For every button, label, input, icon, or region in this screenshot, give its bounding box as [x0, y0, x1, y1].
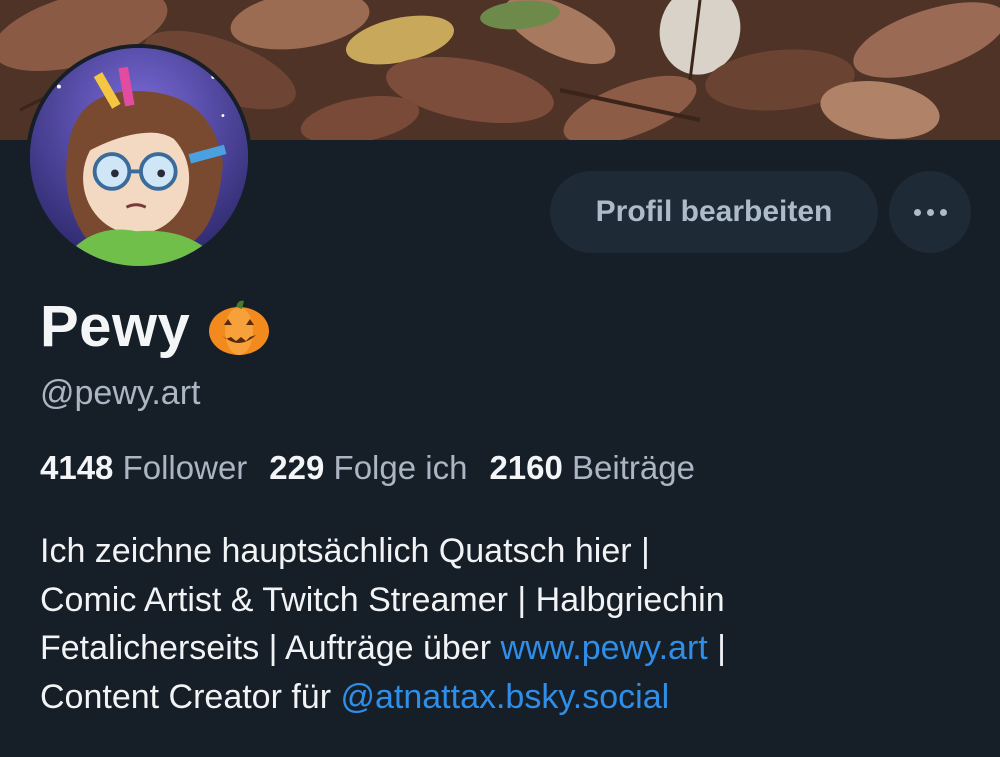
followers-count: 4148: [40, 449, 114, 486]
ellipsis-icon: [913, 208, 947, 216]
posts-label: Beiträge: [572, 449, 695, 486]
edit-profile-button[interactable]: Profil bearbeiten: [550, 171, 878, 253]
avatar-illustration: [30, 48, 248, 266]
profile-page: Profil bearbeiten Pewy @pewy.art 4148 Fo…: [0, 0, 1000, 757]
followers-stat[interactable]: 4148 Follower: [40, 449, 247, 487]
mention-link[interactable]: @atnattax.bsky.social: [340, 678, 669, 716]
profile-handle: @pewy.art: [40, 374, 201, 412]
following-count: 229: [269, 449, 325, 486]
avatar[interactable]: [26, 44, 252, 270]
profile-stats: 4148 Follower 229 Folge ich 2160 Beiträg…: [40, 449, 695, 487]
following-stat[interactable]: 229 Folge ich: [269, 449, 467, 487]
display-name: Pewy: [40, 293, 191, 359]
bio-line-2: Comic Artist & Twitch Streamer | Halbgri…: [40, 580, 725, 619]
more-options-button[interactable]: [889, 171, 971, 253]
bio-line-3-text: Fetalicherseits | Aufträge über: [40, 629, 501, 667]
profile-bio: Ich zeichne hauptsächlich Quatsch hier |…: [40, 527, 980, 721]
website-link[interactable]: www.pewy.art: [501, 629, 708, 667]
posts-count: 2160: [489, 449, 563, 486]
bio-line-1: Ich zeichne hauptsächlich Quatsch hier |: [40, 532, 650, 570]
posts-stat: 2160 Beiträge: [489, 449, 695, 487]
bio-line-4-text: Content Creator für: [40, 677, 341, 716]
following-label: Folge ich: [333, 449, 468, 486]
bio-line-3-after: |: [707, 629, 727, 667]
bio-line-3: Fetalicherseits | Aufträge über www.pewy…: [40, 624, 980, 673]
followers-label: Follower: [122, 449, 248, 486]
display-name-row: Pewy: [40, 290, 272, 362]
bio-line-4: Content Creator für @atnattax.bsky.socia…: [40, 673, 980, 722]
pumpkin-icon: [209, 300, 270, 355]
